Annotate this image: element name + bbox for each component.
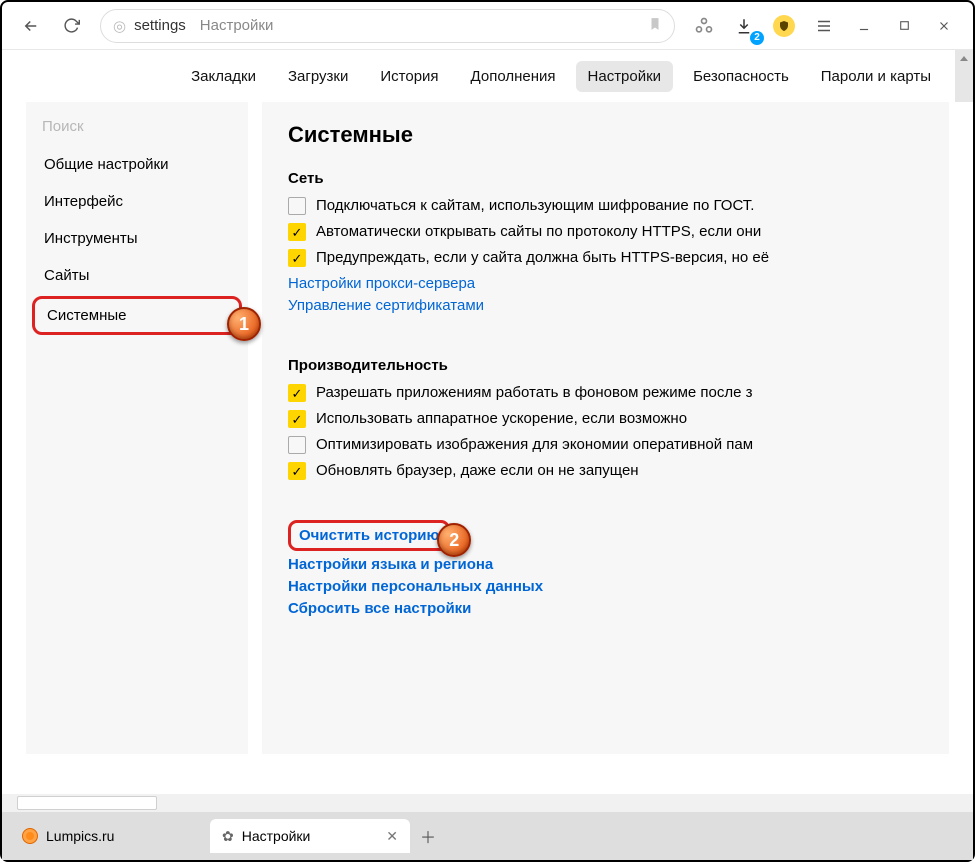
reload-button[interactable] [54, 9, 88, 43]
settings-top-nav: Закладки Загрузки История Дополнения Нас… [2, 50, 973, 102]
favicon-lumpics-icon [22, 828, 38, 844]
link-reset-settings[interactable]: Сбросить все настройки [288, 600, 949, 617]
yandex-services-icon[interactable] [687, 9, 721, 43]
sidebar-item-system-label: Системные [47, 307, 126, 324]
nav-bookmarks[interactable]: Закладки [179, 61, 268, 92]
settings-sidebar: Общие настройки Интерфейс Инструменты Са… [26, 102, 248, 754]
sidebar-item-tools[interactable]: Инструменты [26, 220, 248, 257]
scrollbar-thumb[interactable] [17, 796, 157, 810]
option-gost[interactable]: Подключаться к сайтам, использующим шифр… [288, 197, 949, 215]
window-maximize-button[interactable] [887, 9, 921, 43]
link-proxy-settings[interactable]: Настройки прокси-сервера [288, 275, 949, 292]
nav-passwords[interactable]: Пароли и карты [809, 61, 943, 92]
option-hw-accel[interactable]: ✓Использовать аппаратное ускорение, если… [288, 410, 949, 428]
option-optimize-images[interactable]: Оптимизировать изображения для экономии … [288, 436, 949, 454]
checkbox-icon[interactable]: ✓ [288, 462, 306, 480]
nav-settings[interactable]: Настройки [576, 61, 674, 92]
section-network-title: Сеть [288, 170, 949, 187]
option-background-apps[interactable]: ✓Разрешать приложениям работать в фоново… [288, 384, 949, 402]
option-update-closed[interactable]: ✓Обновлять браузер, даже если он не запу… [288, 462, 949, 480]
nav-addons[interactable]: Дополнения [459, 61, 568, 92]
address-bar[interactable]: ◎ settings Настройки [100, 9, 675, 43]
tab-label: Настройки [242, 828, 311, 844]
tab-close-button[interactable]: ✕ [386, 828, 398, 845]
nav-downloads[interactable]: Загрузки [276, 61, 360, 92]
annotation-marker-2: 2 [437, 523, 471, 557]
downloads-button[interactable]: 2 [727, 9, 761, 43]
page-title: Системные [288, 122, 949, 148]
gear-icon: ✿ [222, 828, 234, 845]
option-https-auto[interactable]: ✓Автоматически открывать сайты по проток… [288, 223, 949, 241]
checkbox-icon[interactable]: ✓ [288, 223, 306, 241]
sidebar-item-sites[interactable]: Сайты [26, 257, 248, 294]
page-scrollbar-up[interactable] [955, 50, 973, 102]
checkbox-icon[interactable] [288, 197, 306, 215]
settings-body: Общие настройки Интерфейс Инструменты Са… [2, 102, 973, 768]
option-https-warn[interactable]: ✓Предупреждать, если у сайта должна быть… [288, 249, 949, 267]
checkbox-icon[interactable]: ✓ [288, 249, 306, 267]
checkbox-icon[interactable]: ✓ [288, 410, 306, 428]
checkbox-icon[interactable] [288, 436, 306, 454]
nav-security[interactable]: Безопасность [681, 61, 801, 92]
sidebar-item-system[interactable]: Системные 1 [32, 296, 242, 335]
url-scheme: settings [134, 17, 186, 34]
nav-history[interactable]: История [368, 61, 450, 92]
sidebar-item-interface[interactable]: Интерфейс [26, 183, 248, 220]
new-tab-button[interactable]: ＋ [410, 819, 446, 853]
extension-shield-icon[interactable] [767, 9, 801, 43]
tab-strip: Lumpics.ru ✿ Настройки ✕ ＋ [2, 812, 973, 860]
bookmark-icon[interactable] [648, 16, 662, 36]
window-minimize-button[interactable] [847, 9, 881, 43]
annotation-marker-1: 1 [227, 307, 261, 341]
main-menu-button[interactable] [807, 9, 841, 43]
settings-main-panel: Системные Сеть Подключаться к сайтам, ис… [262, 102, 949, 754]
link-language-region[interactable]: Настройки языка и региона [288, 556, 949, 573]
section-performance-title: Производительность [288, 357, 949, 374]
tab-settings[interactable]: ✿ Настройки ✕ [210, 819, 410, 853]
browser-toolbar: ◎ settings Настройки 2 [2, 2, 973, 50]
site-info-icon[interactable]: ◎ [113, 17, 126, 35]
link-clear-history[interactable]: Очистить историю [299, 527, 439, 544]
tab-label: Lumpics.ru [46, 828, 114, 844]
window-close-button[interactable] [927, 9, 961, 43]
checkbox-icon[interactable]: ✓ [288, 384, 306, 402]
tab-lumpics[interactable]: Lumpics.ru [10, 819, 210, 853]
downloads-badge: 2 [750, 31, 764, 45]
sidebar-item-general[interactable]: Общие настройки [26, 146, 248, 183]
back-button[interactable] [14, 9, 48, 43]
link-personal-data[interactable]: Настройки персональных данных [288, 578, 949, 595]
highlight-clear-history: Очистить историю 2 [288, 520, 450, 551]
settings-search-input[interactable] [42, 118, 232, 135]
link-certificates[interactable]: Управление сертификатами [288, 297, 949, 314]
settings-search[interactable] [42, 118, 232, 136]
horizontal-scrollbar[interactable] [2, 794, 973, 812]
url-page-title: Настройки [200, 17, 274, 34]
